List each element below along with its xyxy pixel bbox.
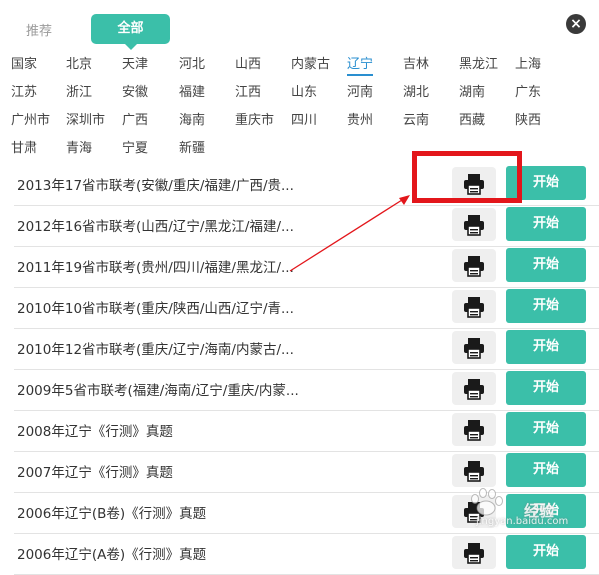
annotation-arrow — [289, 195, 410, 272]
